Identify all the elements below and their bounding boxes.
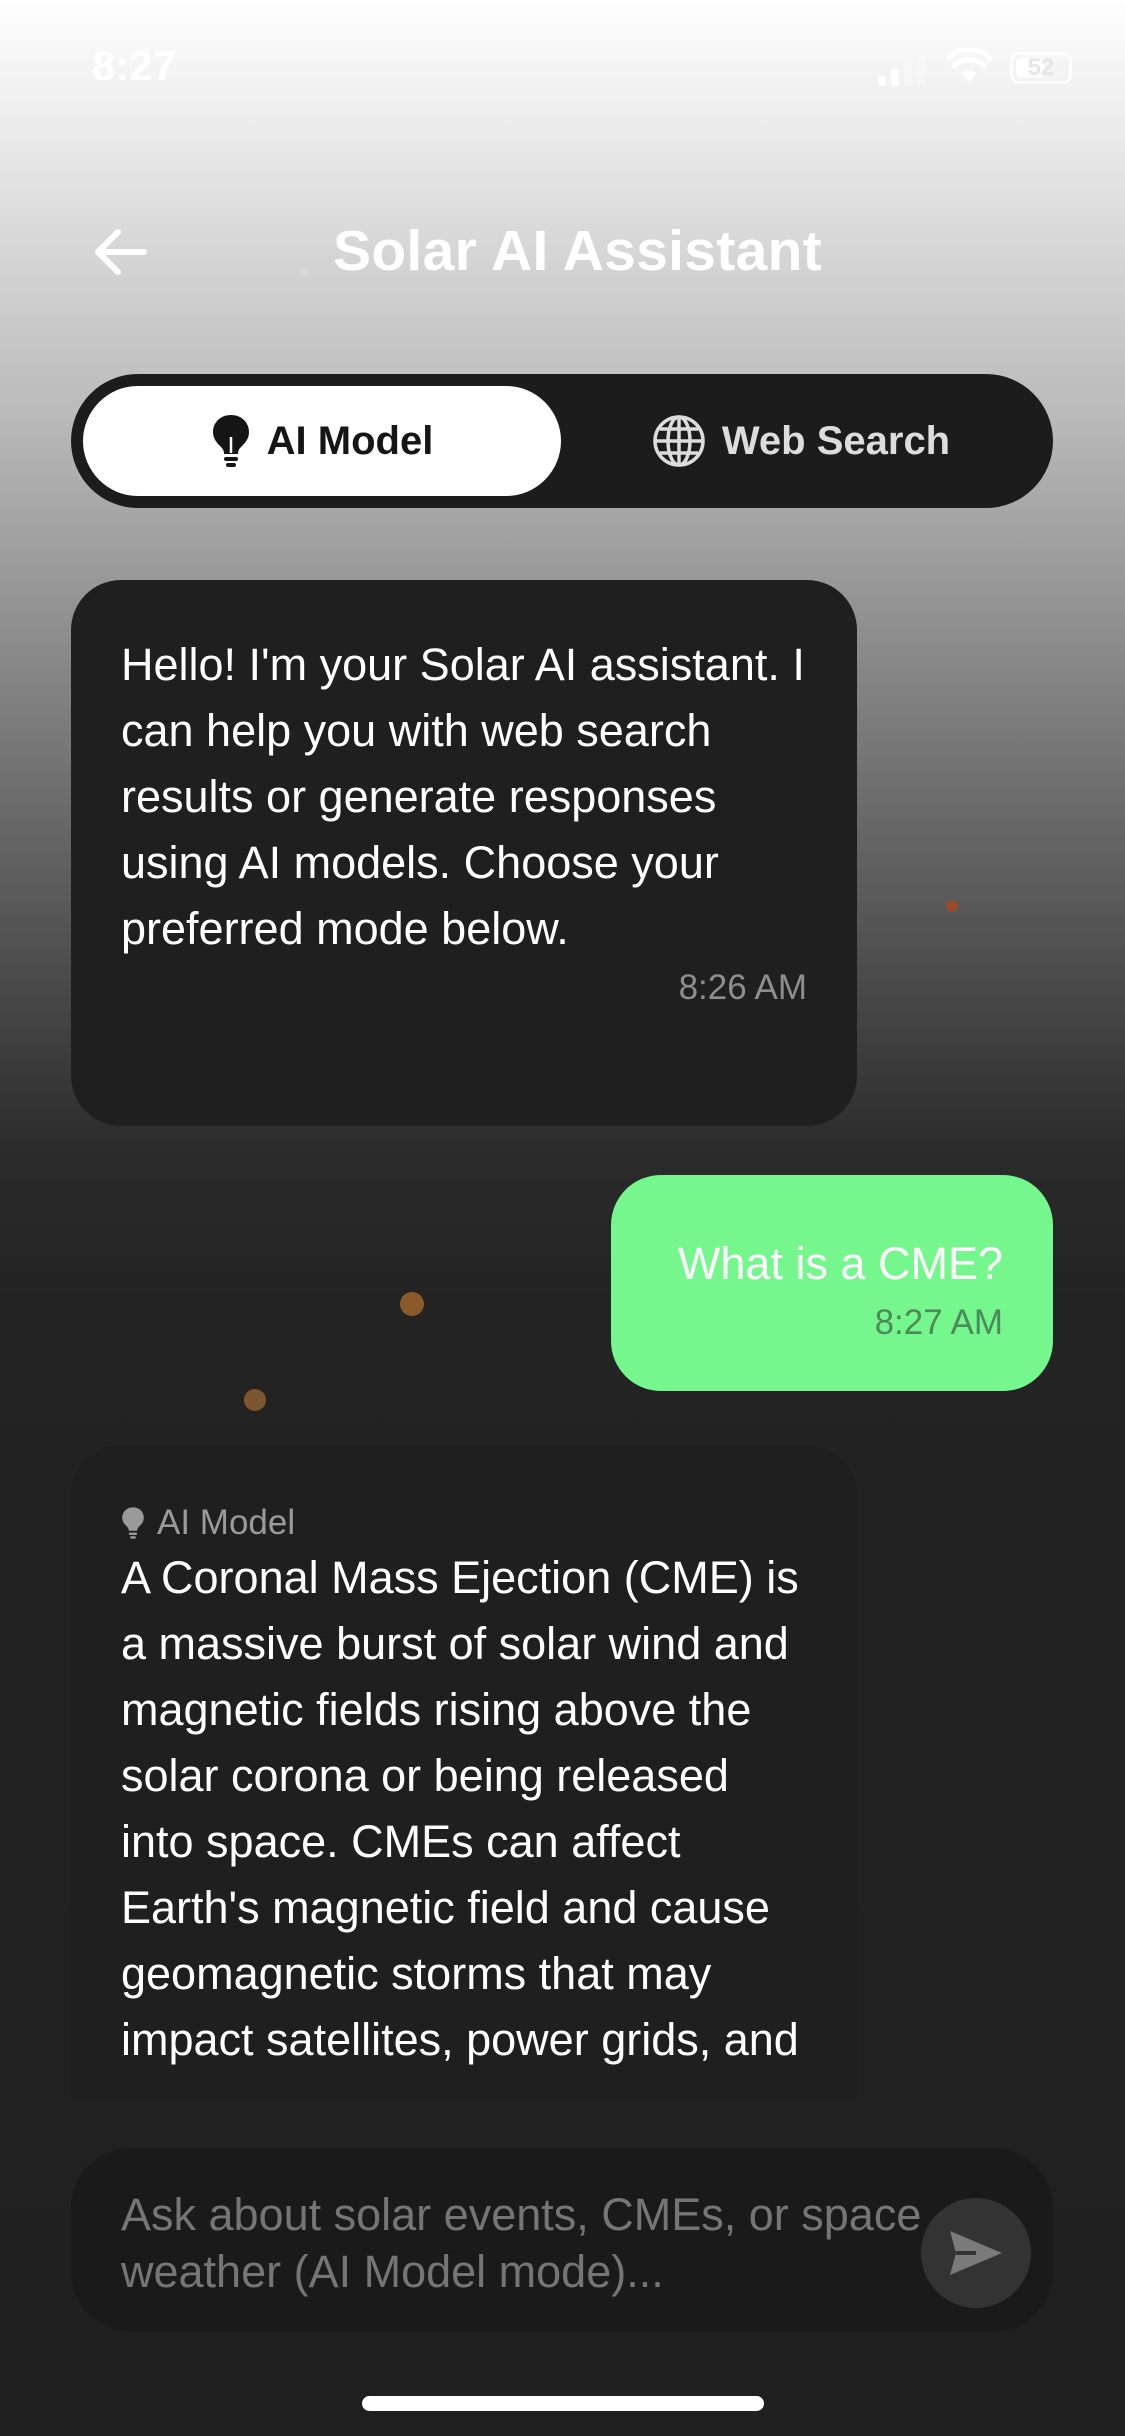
status-time: 8:27 bbox=[92, 42, 177, 89]
message-input[interactable] bbox=[121, 2186, 941, 2306]
message-source-label: AI Model bbox=[157, 1503, 296, 1542]
send-icon bbox=[950, 2231, 1002, 2275]
message-composer bbox=[71, 2148, 1053, 2332]
message-text: What is a CME? bbox=[677, 1238, 1003, 1289]
background-particle bbox=[400, 1292, 424, 1316]
home-indicator bbox=[362, 2396, 764, 2411]
assistant-message: Hello! I'm your Solar AI assistant. I ca… bbox=[71, 580, 857, 1126]
lightbulb-icon bbox=[122, 1507, 144, 1539]
message-time: 8:27 AM bbox=[874, 1303, 1003, 1342]
globe-icon bbox=[653, 415, 705, 467]
lightbulb-icon bbox=[212, 415, 249, 467]
tab-ai-model-label: AI Model bbox=[266, 418, 434, 463]
tab-ai-model[interactable]: AI Model bbox=[83, 386, 561, 496]
background-particle bbox=[244, 1389, 266, 1411]
assistant-message: AI Model A Coronal Mass Ejection (CME) i… bbox=[71, 1445, 857, 2098]
signal-icon bbox=[878, 56, 925, 86]
send-button[interactable] bbox=[921, 2198, 1031, 2308]
message-time: 8:26 AM bbox=[678, 968, 807, 1007]
status-bar: 8:27 52 bbox=[0, 0, 1125, 140]
battery-level: 52 bbox=[1027, 54, 1055, 81]
message-text: A Coronal Mass Ejection (CME) is a massi… bbox=[121, 1552, 799, 2065]
wifi-icon bbox=[946, 48, 992, 82]
battery-icon: 52 bbox=[1010, 52, 1072, 84]
background-particle bbox=[300, 268, 310, 278]
message-source-tag: AI Model bbox=[121, 1503, 807, 1543]
user-message: What is a CME? 8:27 AM bbox=[611, 1175, 1053, 1391]
tab-web-search[interactable]: Web Search bbox=[561, 386, 1041, 496]
page-title: Solar AI Assistant bbox=[333, 219, 822, 283]
back-button[interactable] bbox=[88, 220, 152, 284]
mode-switch: AI Model Web Search bbox=[71, 374, 1053, 508]
message-text: Hello! I'm your Solar AI assistant. I ca… bbox=[121, 639, 805, 954]
arrow-left-icon bbox=[95, 229, 147, 275]
background-particle bbox=[946, 900, 958, 912]
tab-web-search-label: Web Search bbox=[721, 418, 951, 463]
